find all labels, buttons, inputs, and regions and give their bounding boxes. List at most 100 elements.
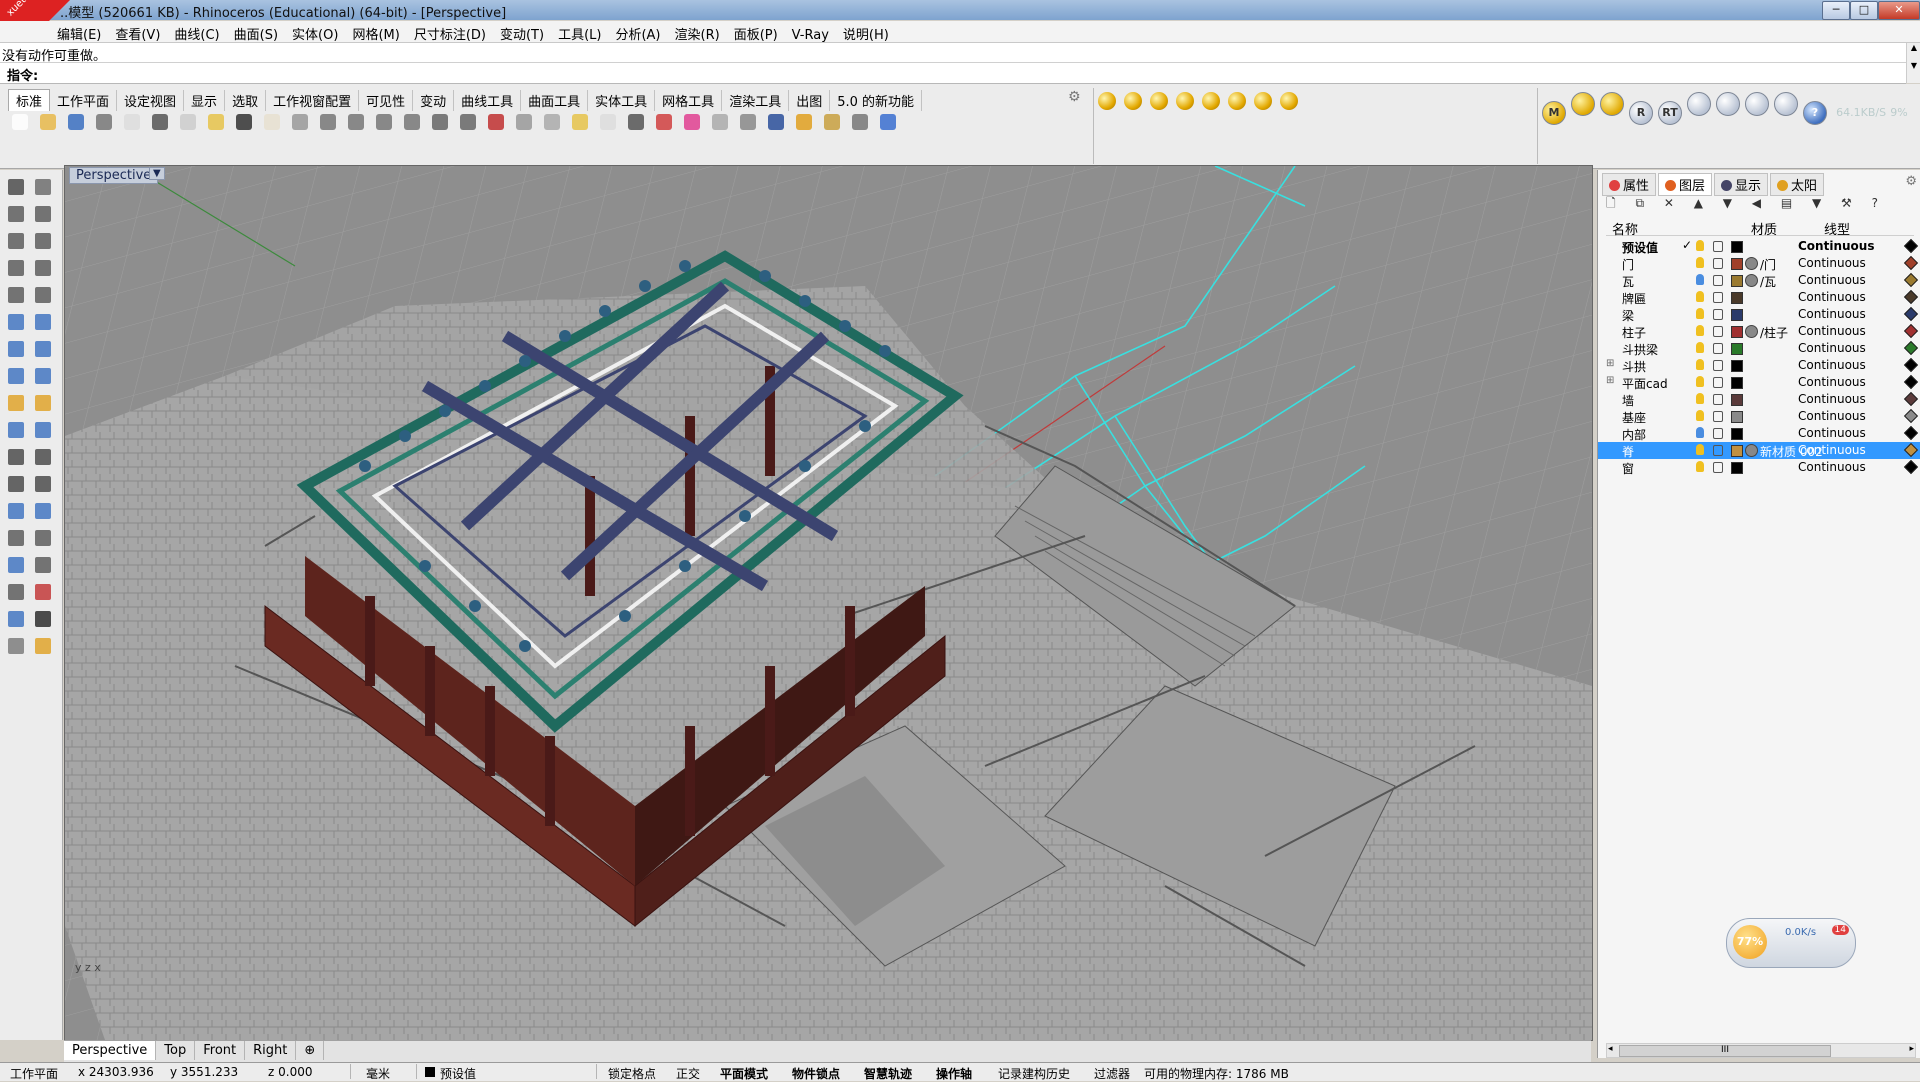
layer-name[interactable]: 牌匾 <box>1622 290 1646 307</box>
layer-lock-icon[interactable] <box>1713 309 1723 320</box>
layer-color-swatch[interactable] <box>1731 343 1743 355</box>
layer-row[interactable]: 预设值 ✓ Continuous <box>1598 238 1920 255</box>
status-osnap[interactable]: 物件锁点 <box>792 1065 840 1082</box>
layer-name[interactable]: 内部 <box>1622 426 1646 443</box>
vray-tool-icon[interactable] <box>1774 92 1798 116</box>
minimize-button[interactable]: ─ <box>1822 1 1850 20</box>
layer-visible-bulb-icon[interactable] <box>1696 461 1704 472</box>
menu-item[interactable]: 渲染(R) <box>668 21 727 43</box>
vray-tool-icon[interactable] <box>1687 92 1711 116</box>
layer-lock-icon[interactable] <box>1713 360 1723 371</box>
layer-print-color-icon[interactable] <box>1903 323 1919 339</box>
layer-material-icon[interactable] <box>1745 325 1758 338</box>
layer-name[interactable]: 柱子 <box>1622 324 1646 341</box>
layer-lock-icon[interactable] <box>1713 411 1723 422</box>
split-icon[interactable] <box>32 419 54 441</box>
undo-icon[interactable] <box>232 110 256 134</box>
layer-linetype[interactable]: Continuous <box>1798 273 1866 287</box>
layer-linetype[interactable]: Continuous <box>1798 392 1866 406</box>
solid-tools-icon[interactable] <box>32 338 54 360</box>
layer-visible-bulb-icon[interactable] <box>1696 410 1704 421</box>
menu-item[interactable]: 面板(P) <box>727 21 785 43</box>
viewport-tab[interactable]: Perspective <box>64 1041 157 1060</box>
rectangle-icon[interactable] <box>32 257 54 279</box>
layer-lock-icon[interactable] <box>1713 326 1723 337</box>
arrow-light-icon[interactable] <box>1280 92 1298 110</box>
layer-row[interactable]: 脊新材质 002 Continuous <box>1598 442 1920 459</box>
layer-print-color-icon[interactable] <box>1903 340 1919 356</box>
toolbar-tab[interactable]: 网格工具 <box>655 90 723 111</box>
status-grid-snap[interactable]: 锁定格点 <box>608 1065 656 1082</box>
menu-item[interactable]: 曲面(S) <box>227 21 285 43</box>
toolbar-tab[interactable]: 实体工具 <box>588 90 656 111</box>
trim-icon[interactable] <box>5 419 27 441</box>
status-planar[interactable]: 平面模式 <box>720 1065 768 1082</box>
ellipse-icon[interactable] <box>32 230 54 252</box>
options-icon[interactable] <box>820 110 844 134</box>
layer-color-swatch[interactable] <box>1731 275 1743 287</box>
layer-linetype[interactable]: Continuous <box>1798 375 1866 389</box>
toolbar-tab[interactable]: 设定视图 <box>117 90 185 111</box>
layer-color-swatch[interactable] <box>1731 462 1743 474</box>
menu-item[interactable]: 查看(V) <box>108 21 167 43</box>
layer-name[interactable]: 斗拱 <box>1622 358 1646 375</box>
arc-icon[interactable] <box>5 257 27 279</box>
column-material[interactable]: 材质 <box>1751 219 1777 238</box>
copy-icon[interactable] <box>176 110 200 134</box>
status-gumball[interactable]: 操作轴 <box>936 1065 972 1082</box>
menu-item[interactable]: 尺寸标注(D) <box>407 21 493 43</box>
layer-name[interactable]: 门 <box>1622 256 1634 273</box>
column-name[interactable]: 名称 <box>1612 219 1638 238</box>
layer-print-color-icon[interactable] <box>1903 459 1919 475</box>
vray-tool-icon[interactable]: RT <box>1658 101 1682 125</box>
fillet-icon[interactable] <box>5 473 27 495</box>
layer-linetype[interactable]: Continuous <box>1798 324 1866 338</box>
copy-move-icon[interactable] <box>5 527 27 549</box>
toolbar-tab[interactable]: 选取 <box>225 90 267 111</box>
layer-linetype[interactable]: Continuous <box>1798 460 1866 474</box>
layer-row[interactable]: 基座 Continuous <box>1598 408 1920 425</box>
layer-linetype[interactable]: Continuous <box>1798 426 1866 440</box>
layer-name[interactable]: 窗 <box>1622 460 1634 477</box>
group-icon[interactable] <box>5 446 27 468</box>
layer-print-color-icon[interactable] <box>1903 306 1919 322</box>
menu-item[interactable]: 变动(T) <box>493 21 551 43</box>
sphere-icon[interactable] <box>708 110 732 134</box>
render-sphere-icon[interactable] <box>764 110 788 134</box>
toolbar-tab[interactable]: 标准 <box>8 89 51 111</box>
render-icon[interactable] <box>5 392 27 414</box>
layer-visible-bulb-icon[interactable] <box>1696 291 1704 302</box>
panel-tab[interactable]: 图层 <box>1658 173 1713 196</box>
light-icon[interactable] <box>596 110 620 134</box>
status-ortho[interactable]: 正交 <box>676 1065 700 1082</box>
toolbar-tab[interactable]: 可见性 <box>359 90 414 111</box>
scroll-thumb[interactable]: III <box>1619 1045 1831 1057</box>
color-wheel-icon[interactable] <box>680 110 704 134</box>
layer-name[interactable]: 脊 <box>1622 443 1634 460</box>
layer-color-swatch[interactable] <box>1731 411 1743 423</box>
toolbar-tab[interactable]: 工作视窗配置 <box>266 90 360 111</box>
linear-light-icon[interactable] <box>1254 92 1272 110</box>
select-arrow-icon[interactable] <box>5 176 27 198</box>
layer-color-swatch[interactable] <box>1731 326 1743 338</box>
shaded-sphere-icon[interactable] <box>736 110 760 134</box>
rotate-view-icon[interactable] <box>288 110 312 134</box>
layer-row[interactable]: 瓦/瓦 Continuous <box>1598 272 1920 289</box>
layer-print-color-icon[interactable] <box>1903 442 1919 458</box>
status-filter[interactable]: 过滤器 <box>1094 1065 1130 1082</box>
layer-name[interactable]: 墙 <box>1622 392 1634 409</box>
close-button[interactable]: ✕ <box>1878 1 1920 20</box>
area-light-icon[interactable] <box>1202 92 1220 110</box>
panel-tab[interactable]: 显示 <box>1714 173 1769 196</box>
boolean-icon[interactable] <box>5 554 27 576</box>
viewport-title[interactable]: Perspective <box>69 167 159 184</box>
check-icon[interactable] <box>32 608 54 630</box>
explode-icon[interactable] <box>32 392 54 414</box>
rotate-tool-icon[interactable] <box>32 527 54 549</box>
layer-linetype[interactable]: Continuous <box>1798 341 1866 355</box>
menu-item[interactable]: 工具(L) <box>551 21 608 43</box>
layer-visible-bulb-icon[interactable] <box>1696 359 1704 370</box>
paste-icon[interactable] <box>204 110 228 134</box>
layer-row[interactable]: 门/门 Continuous <box>1598 255 1920 272</box>
polygon-icon[interactable] <box>5 284 27 306</box>
